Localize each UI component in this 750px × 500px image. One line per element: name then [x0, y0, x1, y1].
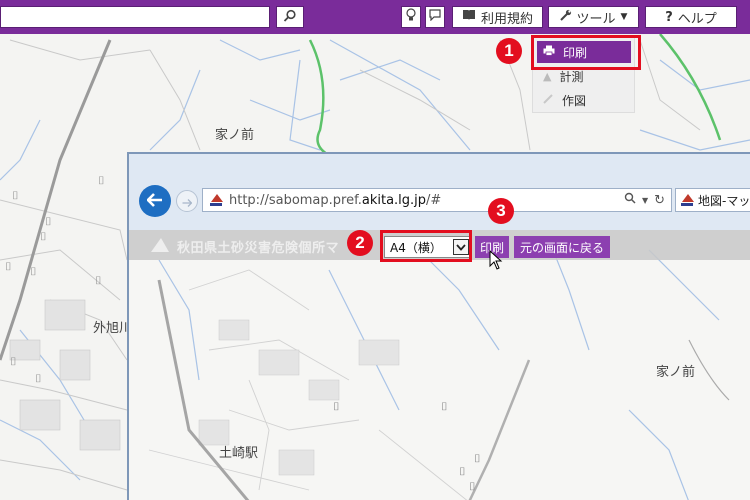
step-2-marker: 2	[347, 230, 373, 256]
terms-label: 利用規約	[480, 11, 533, 27]
svg-text:⌷: ⌷	[474, 452, 481, 465]
search-icon	[283, 8, 297, 27]
svg-text:⌷: ⌷	[459, 465, 466, 478]
address-url: http://sabomap.pref.akita.lg.jp/#	[229, 192, 442, 208]
help-label: ヘルプ	[677, 11, 717, 27]
comment-button[interactable]	[425, 6, 445, 28]
wrench-icon	[559, 9, 572, 25]
svg-text:⌷: ⌷	[469, 480, 476, 493]
svg-text:⌷: ⌷	[333, 400, 340, 413]
chevron-down-icon: ▼	[620, 12, 628, 22]
arrow-left-icon	[146, 192, 163, 211]
site-favicon-icon	[680, 193, 694, 207]
arrow-right-icon	[182, 192, 193, 211]
menu-item-draw-label: 作図	[562, 93, 587, 108]
search-icon[interactable]	[624, 192, 636, 208]
lightbulb-icon	[405, 8, 417, 26]
svg-text:⌷: ⌷	[5, 260, 12, 273]
svg-text:⌷: ⌷	[98, 174, 105, 187]
chevron-down-icon[interactable]: ▼	[642, 196, 648, 205]
help-button[interactable]: ? ヘルプ	[645, 6, 737, 28]
map-label-ienomae: 家ノ前	[215, 128, 255, 143]
svg-text:⌷: ⌷	[45, 215, 52, 228]
lightbulb-button[interactable]	[401, 6, 421, 28]
forward-button[interactable]	[176, 190, 198, 212]
svg-text:⌷: ⌷	[12, 189, 19, 202]
comment-icon	[429, 9, 441, 25]
book-icon	[462, 9, 476, 25]
menu-item-measure-label: 計測	[559, 69, 584, 84]
search-button[interactable]	[276, 6, 304, 28]
menu-item-draw[interactable]: 作図	[537, 89, 631, 111]
step-3-marker: 3	[488, 198, 514, 224]
step-1-marker: 1	[496, 38, 522, 64]
search-input[interactable]	[0, 6, 270, 28]
print-preview-window: ⌷ ⌷ ⌷ ⌷ ⌷ http://sabomap.pref.akita.lg.jp/# …	[127, 152, 750, 500]
site-title: 秋田県土砂災害危険個所マ	[177, 241, 340, 256]
return-button[interactable]: 元の画面に戻る	[514, 236, 610, 258]
svg-text:⌷: ⌷	[95, 274, 102, 287]
tools-label: ツール	[576, 11, 616, 27]
mouse-cursor-icon	[489, 250, 503, 270]
site-favicon-icon	[209, 193, 223, 207]
map-label-tsuchizaki-station: 土崎駅	[219, 446, 259, 461]
highlight-paper-select	[380, 230, 472, 262]
svg-text:⌷: ⌷	[40, 230, 47, 243]
highlight-print-menu	[531, 35, 641, 70]
svg-text:⌷: ⌷	[35, 372, 42, 385]
question-icon: ?	[665, 9, 673, 25]
pencil-icon	[543, 93, 554, 107]
back-button[interactable]	[139, 185, 171, 217]
svg-text:⌷: ⌷	[441, 400, 448, 413]
tab-title: 地図-マッ	[698, 193, 750, 208]
terms-button[interactable]: 利用規約	[452, 6, 543, 28]
svg-text:⌷: ⌷	[10, 355, 17, 368]
refresh-icon[interactable]: ↻	[654, 193, 665, 208]
address-bar[interactable]: http://sabomap.pref.akita.lg.jp/# ▼ ↻	[202, 188, 672, 212]
tools-button[interactable]: ツール ▼	[548, 6, 639, 28]
ruler-icon: ▲	[543, 69, 552, 83]
site-logo-icon	[151, 238, 169, 252]
svg-text:⌷: ⌷	[30, 265, 37, 278]
map-label-ienomae: 家ノ前	[656, 365, 696, 380]
browser-tab[interactable]: 地図-マッ	[675, 188, 750, 212]
